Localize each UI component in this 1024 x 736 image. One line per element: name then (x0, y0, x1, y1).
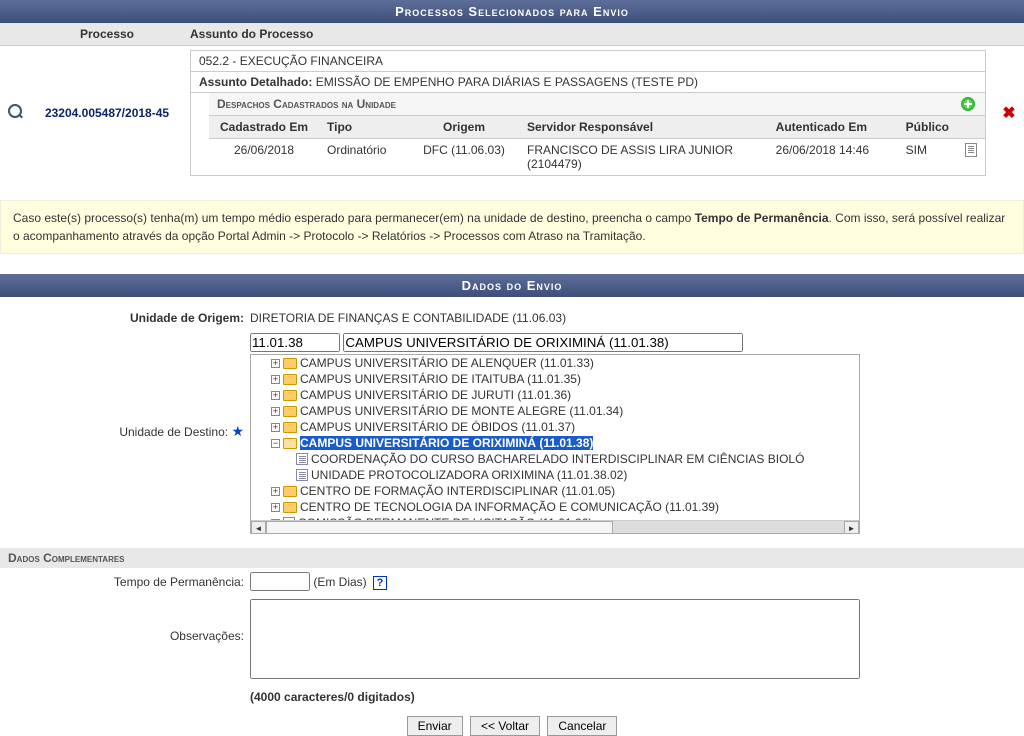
tree-node[interactable]: +CENTRO DE FORMAÇÃO INTERDISCIPLINAR (11… (251, 483, 859, 499)
tree-node[interactable]: +CAMPUS UNIVERSITÁRIO DE ALENQUER (11.01… (251, 355, 859, 371)
label-tempo: Tempo de Permanência: (0, 575, 250, 589)
voltar-button[interactable]: << Voltar (470, 716, 540, 736)
despacho-row: 26/06/2018 Ordinatório DFC (11.06.03) FR… (209, 139, 985, 176)
table-header-row: Processo Assunto do Processo (0, 23, 1024, 46)
tree-node-child[interactable]: COORDENAÇÃO DO CURSO BACHARELADO INTERDI… (251, 451, 859, 467)
despacho-columns: Cadastrado Em Tipo Origem Servidor Respo… (209, 116, 985, 139)
value-unidade-origem: DIRETORIA DE FINANÇAS E CONTABILIDADE (1… (250, 311, 1024, 325)
destino-name-input[interactable] (343, 333, 743, 352)
help-icon[interactable]: ? (373, 576, 387, 590)
section-title-processos: Processos Selecionados para Envio (0, 0, 1024, 23)
cancelar-button[interactable]: Cancelar (547, 716, 617, 736)
char-counter: (4000 caracteres/0 digitados) (250, 690, 415, 704)
tree-node[interactable]: +CAMPUS UNIVERSITÁRIO DE MONTE ALEGRE (1… (251, 403, 859, 419)
section-title-complementares: Dados Complementares (0, 548, 1024, 568)
remove-icon[interactable]: ✖ (1002, 105, 1015, 122)
unit-tree[interactable]: +CAMPUS UNIVERSITÁRIO DE ALENQUER (11.01… (250, 354, 860, 534)
label-observacoes: Observações: (0, 599, 250, 643)
process-link[interactable]: 23204.005487/2018-45 (45, 106, 169, 120)
tempo-hint: (Em Dias) (313, 575, 366, 589)
tree-node[interactable]: +CAMPUS UNIVERSITÁRIO DE JURUTI (11.01.3… (251, 387, 859, 403)
assunto-detalhado: Assunto Detalhado: EMISSÃO DE EMPENHO PA… (191, 72, 985, 93)
tree-hscrollbar[interactable]: ◄ ► (251, 520, 859, 534)
despachos-header: Despachos Cadastrados na Unidade (209, 93, 985, 116)
destino-code-input[interactable] (250, 333, 340, 352)
required-star-icon: ★ (231, 423, 244, 439)
col-processo: Processo (32, 23, 182, 46)
tree-node-child[interactable]: UNIDADE PROTOCOLIZADORA ORIXIMINA (11.01… (251, 467, 859, 483)
tree-node[interactable]: +CENTRO DE TECNOLOGIA DA INFORMAÇÃO E CO… (251, 499, 859, 515)
tree-node-selected[interactable]: −CAMPUS UNIVERSITÁRIO DE ORIXIMINÁ (11.0… (251, 435, 859, 451)
magnifier-icon[interactable] (8, 104, 24, 120)
label-unidade-destino: Unidade de Destino: (119, 425, 228, 439)
observacoes-textarea[interactable] (250, 599, 860, 679)
tree-node[interactable]: +CAMPUS UNIVERSITÁRIO DE ÓBIDOS (11.01.3… (251, 419, 859, 435)
tempo-input[interactable] (250, 572, 310, 591)
assunto-line1: 052.2 - EXECUÇÃO FINANCEIRA (191, 51, 985, 72)
document-icon[interactable] (965, 143, 977, 157)
info-box: Caso este(s) processo(s) tenha(m) um tem… (0, 200, 1024, 254)
tree-node[interactable]: +CAMPUS UNIVERSITÁRIO DE ITAITUBA (11.01… (251, 371, 859, 387)
add-icon[interactable] (961, 97, 975, 111)
label-unidade-origem: Unidade de Origem: (0, 311, 250, 325)
col-assunto: Assunto do Processo (182, 23, 994, 46)
enviar-button[interactable]: Enviar (407, 716, 463, 736)
section-title-dados-envio: Dados do Envio (0, 274, 1024, 297)
